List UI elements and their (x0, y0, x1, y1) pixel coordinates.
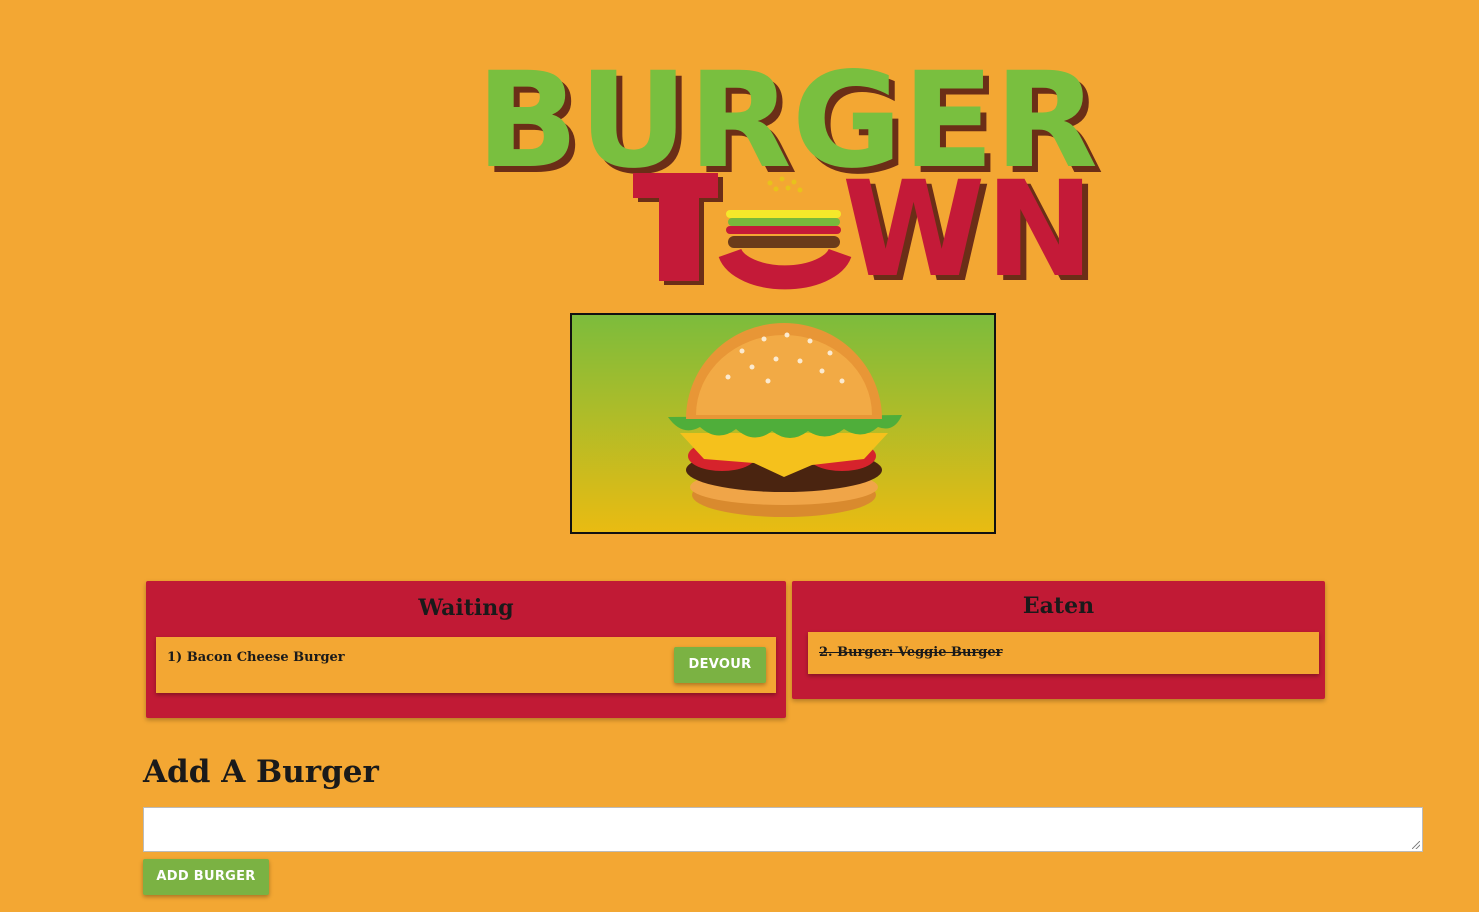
eaten-item-text: 2. Burger: Veggie Burger (819, 645, 1003, 660)
eaten-list-item: 2. Burger: Veggie Burger (808, 632, 1319, 674)
waiting-list-item: 1) Bacon Cheese Burger Devour (156, 637, 776, 693)
logo-letter-t (633, 173, 723, 285)
add-burger-button[interactable]: Add Burger (143, 859, 269, 895)
devour-button[interactable]: Devour (674, 647, 766, 683)
burger-hero-image (570, 313, 996, 534)
resize-grip-icon[interactable] (1412, 841, 1420, 849)
add-burger-heading: Add A Burger (143, 754, 379, 790)
svg-text:WN: WN (842, 153, 1094, 290)
waiting-panel: Waiting 1) Bacon Cheese Burger Devour (146, 581, 786, 718)
eaten-panel: Eaten 2. Burger: Veggie Burger (792, 581, 1325, 699)
waiting-title: Waiting (418, 595, 514, 621)
burger-name-input[interactable] (143, 807, 1423, 852)
waiting-item-text: 1) Bacon Cheese Burger (167, 650, 345, 665)
eaten-title: Eaten (1022, 593, 1095, 619)
burger-town-logo: BURGER BURGER WN WN (470, 44, 1110, 312)
